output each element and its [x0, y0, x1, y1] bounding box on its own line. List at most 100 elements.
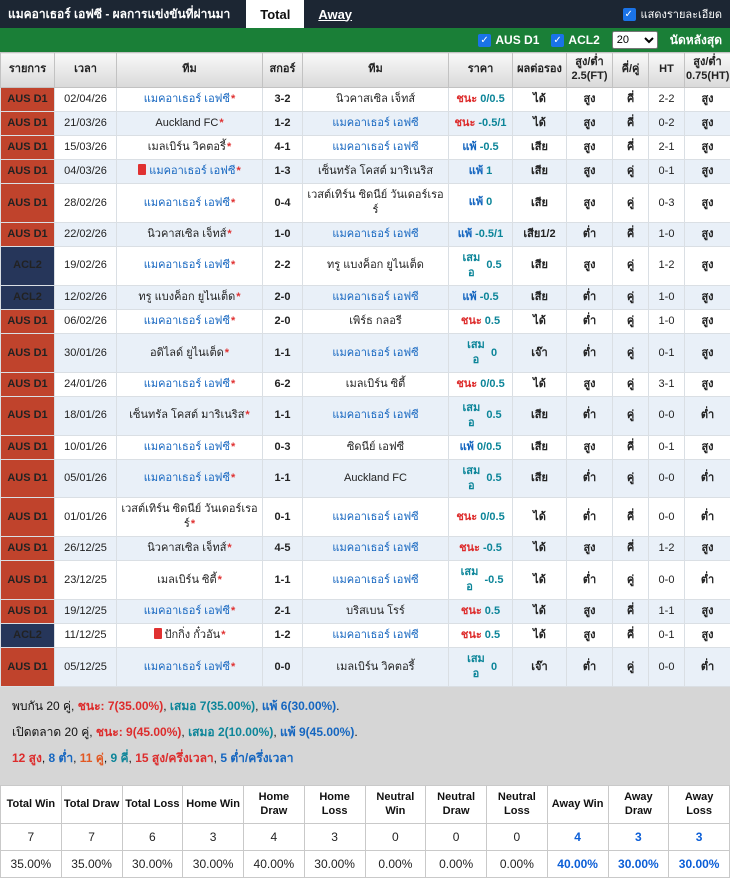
home-marker: * — [191, 518, 195, 530]
handicap-line: -0.5/1 — [478, 116, 506, 131]
match-row: AUS D122/02/26นิวคาสเซิล เจ็ทส์*1-0แมคอา… — [1, 222, 730, 246]
half-time-score: 0-1 — [649, 435, 685, 459]
home-team-name: แมคอาเธอร์ เอฟซี — [144, 259, 230, 271]
match-result: แพ้ — [469, 195, 483, 210]
half-time-score: 0-0 — [649, 648, 685, 687]
home-marker: * — [218, 574, 222, 586]
summary-segment: , — [163, 699, 170, 713]
stats-count: 0 — [426, 823, 487, 850]
odd-even: คู่ — [613, 561, 649, 600]
handicap-result: เสีย — [513, 459, 567, 498]
summary-segment: 8 ต่ำ — [49, 751, 74, 765]
home-marker: * — [227, 542, 231, 554]
home-team-cell: แมคอาเธอร์ เอฟซี* — [117, 184, 263, 223]
match-row: AUS D121/03/26Auckland FC*1-2แมคอาเธอร์ … — [1, 111, 730, 135]
league-filter-aus-d1[interactable]: AUS D1 — [478, 33, 539, 47]
away-team-cell: แมคอาเธอร์ เอฟซี — [303, 222, 449, 246]
summary-segment: แพ้ 9(45.00%) — [280, 725, 354, 739]
over-under-ft: ต่ำ — [567, 561, 613, 600]
away-team-name: แมคอาเธอร์ เอฟซี — [332, 228, 418, 240]
match-date: 19/12/25 — [55, 600, 117, 624]
summary-segment: , — [255, 699, 262, 713]
match-result: ชนะ — [456, 510, 477, 525]
league-badge: AUS D1 — [1, 111, 55, 135]
away-team-cell: แมคอาเธอร์ เอฟซี — [303, 561, 449, 600]
league-badge: AUS D1 — [1, 184, 55, 223]
summary-segment: , — [73, 751, 80, 765]
stats-header: Home Win — [183, 786, 244, 824]
tab-total[interactable]: Total — [246, 0, 304, 28]
match-row: AUS D105/01/26แมคอาเธอร์ เอฟซี*1-1Auckla… — [1, 459, 730, 498]
league-badge: AUS D1 — [1, 537, 55, 561]
over-under-ft: สูง — [567, 184, 613, 223]
over-under-ht: สูง — [685, 372, 730, 396]
handicap-line: 0.5 — [485, 628, 500, 643]
handicap-result: ได้ — [513, 87, 567, 111]
summary-segment: เสมอ 2(10.00%) — [188, 725, 273, 739]
league-badge: AUS D1 — [1, 561, 55, 600]
league-badge: AUS D1 — [1, 459, 55, 498]
stats-count: 4 — [547, 823, 608, 850]
half-time-score: 0-1 — [649, 160, 685, 184]
odd-even: คี่ — [613, 624, 649, 648]
summary-segment: ชนะ: 9(45.00%) — [96, 725, 182, 739]
away-team-cell: เมลเบิร์น ซิตี้ — [303, 372, 449, 396]
league-badge: ACL2 — [1, 285, 55, 309]
handicap-result: ได้ — [513, 309, 567, 333]
match-result: เสมอ — [464, 652, 488, 682]
league-filter-label: ACL2 — [568, 33, 599, 47]
handicap-result: ได้ — [513, 537, 567, 561]
match-row: AUS D130/01/26อดิไลด์ ยูไนเต็ด*1-1แมคอาเ… — [1, 334, 730, 373]
match-score: 1-1 — [263, 334, 303, 373]
away-team-cell: เมลเบิร์น วิคตอรี้ — [303, 648, 449, 687]
stats-percent: 30.00% — [183, 850, 244, 877]
over-under-ht: สูง — [685, 111, 730, 135]
match-count-select[interactable]: 20 — [612, 31, 658, 49]
show-detail-toggle[interactable]: แสดงรายละเอียด — [623, 5, 722, 23]
away-team-cell: เวสต์เทิร์น ซิดนีย์ วันเดอร์เรอร์ — [303, 184, 449, 223]
handicap-result: ได้ — [513, 498, 567, 537]
home-marker: * — [231, 605, 235, 617]
over-under-ft: สูง — [567, 247, 613, 286]
away-team-name: แมคอาเธอร์ เอฟซี — [332, 117, 418, 129]
match-row: AUS D123/12/25เมลเบิร์น ซิตี้*1-1แมคอาเธ… — [1, 561, 730, 600]
match-row: AUS D119/12/25แมคอาเธอร์ เอฟซี*2-1บริสเบ… — [1, 600, 730, 624]
home-team-name: แมคอาเธอร์ เอฟซี — [144, 93, 230, 105]
match-result: แพ้ — [462, 290, 476, 305]
summary-segment: 15 สูง/ครึ่งเวลา — [135, 751, 213, 765]
checkbox-checked-icon[interactable] — [551, 34, 564, 47]
league-badge: AUS D1 — [1, 648, 55, 687]
checkbox-checked-icon[interactable] — [623, 8, 636, 21]
handicap-line: 0 — [491, 660, 497, 675]
home-team-cell: นิวคาสเซิล เจ็ทส์* — [117, 222, 263, 246]
handicap-result: ได้ — [513, 111, 567, 135]
match-date: 26/12/25 — [55, 537, 117, 561]
over-under-ht: ต่ำ — [685, 561, 730, 600]
tab-away[interactable]: Away — [304, 0, 366, 28]
handicap-result: ได้ — [513, 372, 567, 396]
column-header: HT — [649, 53, 685, 88]
handicap-line: 0.5 — [486, 471, 501, 486]
league-badge: AUS D1 — [1, 334, 55, 373]
odd-even: คู่ — [613, 648, 649, 687]
column-header: ผลต่อรอง — [513, 53, 567, 88]
over-under-ft: ต่ำ — [567, 648, 613, 687]
price-cell: แพ้-0.5/1 — [449, 222, 513, 246]
over-under-ht: สูง — [685, 135, 730, 159]
match-date: 05/01/26 — [55, 459, 117, 498]
summary-segment: , — [273, 725, 280, 739]
over-under-ft: สูง — [567, 111, 613, 135]
league-filter-acl2[interactable]: ACL2 — [551, 33, 599, 47]
away-team-name: แมคอาเธอร์ เอฟซี — [332, 409, 418, 421]
match-date: 10/01/26 — [55, 435, 117, 459]
odd-even: คี่ — [613, 135, 649, 159]
price-cell: เสมอ0.5 — [449, 247, 513, 286]
page-title: แมคอาเธอร์ เอฟซี - ผลการแข่งขันที่ผ่านมา — [8, 5, 230, 24]
home-team-cell: แมคอาเธอร์ เอฟซี* — [117, 459, 263, 498]
match-row: AUS D126/12/25นิวคาสเซิล เจ็ทส์*4-5แมคอา… — [1, 537, 730, 561]
stats-count: 0 — [487, 823, 548, 850]
match-result: ชนะ — [459, 541, 480, 556]
home-marker: * — [231, 259, 235, 271]
checkbox-checked-icon[interactable] — [478, 34, 491, 47]
over-under-ht: ต่ำ — [685, 648, 730, 687]
